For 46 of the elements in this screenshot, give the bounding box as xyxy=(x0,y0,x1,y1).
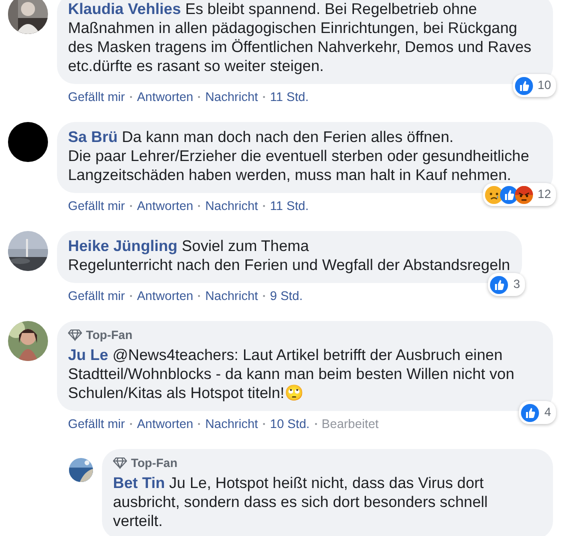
action-link[interactable]: Antworten xyxy=(136,288,194,304)
timestamp-link[interactable]: 11 Std. xyxy=(270,89,309,105)
reaction-count: 12 xyxy=(538,186,551,203)
action-link[interactable]: Nachricht xyxy=(205,416,258,432)
like-reaction-icon xyxy=(521,404,540,422)
avatar xyxy=(8,122,48,162)
diamond-icon xyxy=(68,329,82,341)
action-link[interactable]: Nachricht xyxy=(205,89,258,105)
comment-text: Klaudia Vehlies Es bleibt spannend. Bei Regelbetrieb ohne Maßnahmen in allen pädagogischen Einrichtungen, bei Rückgang des Masken tragens im Öffentlichen Nahverkehr, Demos und Raves etc.dürfte es rasant so weiter steigen. xyxy=(68,0,532,76)
action-link[interactable]: Antworten xyxy=(136,198,194,214)
comment-text: Sa Brü Da kann man doch nach den Ferien alles öffnen. Die paar Lehrer/Erzieher die eventuell sterben oder gesundheitliche Langzeitschäden haben werden, muss man halt in Kauf nehmen. xyxy=(68,128,530,185)
reaction-summary[interactable]: 12 xyxy=(482,183,556,206)
like-reaction-icon xyxy=(514,76,533,94)
top-fan-label: Top-Fan xyxy=(86,327,132,343)
action-link[interactable]: Gefällt mir xyxy=(68,416,125,432)
reaction-count: 3 xyxy=(513,276,520,293)
author-link[interactable]: Heike Jüngling xyxy=(68,238,178,255)
angry-reaction-icon xyxy=(514,186,533,204)
sad-reaction-icon xyxy=(484,186,503,204)
timestamp-link[interactable]: 11 Std. xyxy=(270,198,309,214)
action-link[interactable]: Nachricht xyxy=(205,198,258,214)
author-link[interactable]: Bet Tin xyxy=(113,475,165,492)
timestamp-link[interactable]: 10 Std. xyxy=(270,416,310,432)
reaction-summary[interactable]: 3 xyxy=(488,273,526,296)
action-link[interactable]: Antworten xyxy=(136,89,194,105)
reaction-summary[interactable]: 4 xyxy=(519,401,556,424)
action-link[interactable]: Antworten xyxy=(136,416,194,432)
comment-text: Heike Jüngling Soviel zum Thema Regelunterricht nach den Ferien und Wegfall der Abstandsregeln xyxy=(68,237,510,275)
comment-text: Bet Tin Ju Le, Hotspot heißt nicht, dass das Virus dort ausbricht, sondern dass es sich dort besonders schnell verteilt. xyxy=(113,474,489,531)
reaction-summary[interactable]: 10 xyxy=(512,74,556,97)
timestamp-link[interactable]: 9 Std. xyxy=(270,288,303,304)
action-link[interactable]: Gefällt mir xyxy=(68,198,125,214)
edited-label: Bearbeitet xyxy=(322,416,379,432)
author-link[interactable]: Ju Le xyxy=(68,347,108,364)
action-link[interactable]: Nachricht xyxy=(205,288,258,304)
diamond-icon xyxy=(113,457,127,469)
author-link[interactable]: Klaudia Vehlies xyxy=(68,1,181,18)
like-reaction-icon xyxy=(490,276,508,294)
reaction-count: 10 xyxy=(538,77,551,94)
action-link[interactable]: Gefällt mir xyxy=(68,288,125,304)
reaction-count: 4 xyxy=(544,404,551,421)
action-link[interactable]: Gefällt mir xyxy=(68,89,125,105)
author-link[interactable]: Sa Brü xyxy=(68,129,118,146)
top-fan-label: Top-Fan xyxy=(131,455,178,471)
like-reaction-icon xyxy=(500,186,518,204)
comment-text: Ju Le @News4teachers: Laut Artikel betrifft der Ausbruch einen Stadtteil/Wohnblocks - da kann man beim besten Willen nicht von Schulen/Kitas als Hotspot titeln!🙄 xyxy=(68,346,516,403)
